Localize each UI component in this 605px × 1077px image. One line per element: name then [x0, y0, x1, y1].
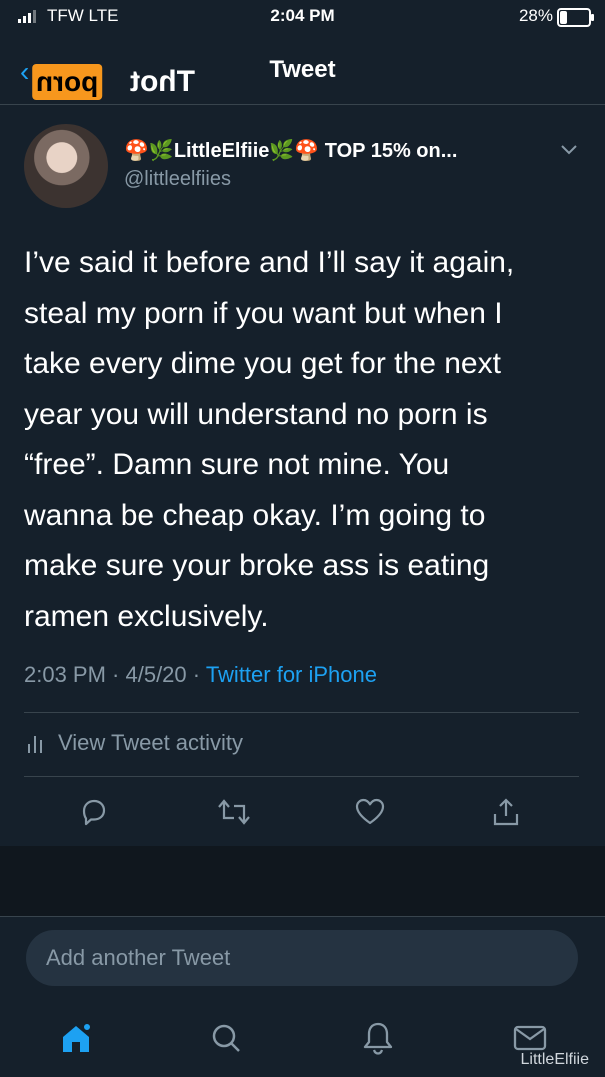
battery-fill	[560, 11, 567, 24]
author-name-row[interactable]: 🍄🌿LittleElfiie🌿🍄 TOP 15% on...	[124, 138, 457, 163]
tweet-text: I’ve said it before and I’ll say it agai…	[24, 246, 515, 633]
notifications-icon[interactable]	[358, 1018, 398, 1058]
battery-percent: 28%	[518, 6, 553, 25]
author-handle[interactable]: @littleelfiies	[124, 168, 231, 191]
reply-icon[interactable]	[74, 790, 114, 834]
search-icon[interactable]	[206, 1018, 246, 1058]
herb-icon: 🌿	[269, 140, 295, 162]
battery-icon	[557, 8, 594, 27]
tweet-timestamp: 2:03 PM · 4/5/20 ·	[24, 662, 206, 687]
mushroom-icon: 🍄	[124, 140, 149, 162]
divider	[24, 776, 579, 777]
page-title: Tweet	[269, 56, 336, 83]
view-tweet-activity[interactable]: View Tweet activity	[26, 730, 243, 756]
author-name-suffix: TOP 15% on...	[324, 140, 458, 162]
status-time: 2:04 PM	[270, 6, 335, 25]
tweet-source-link[interactable]: Twitter for iPhone	[206, 662, 377, 687]
bottom-tab-bar: LittleElfiie	[0, 1000, 605, 1077]
tweet-actions	[0, 790, 605, 840]
mushroom-icon: 🍄	[294, 140, 320, 162]
status-bar: TFW LTE 2:04 PM 28%	[0, 0, 605, 34]
credit-watermark: LittleElfiie	[520, 1051, 589, 1068]
chevron-down-icon[interactable]	[560, 140, 578, 161]
activity-chart-icon	[28, 736, 42, 753]
home-icon[interactable]	[56, 1018, 96, 1058]
herb-icon: 🌿	[148, 140, 174, 162]
add-another-tweet-input[interactable]: Add another Tweet	[26, 930, 578, 986]
view-tweet-activity-label: View Tweet activity	[58, 730, 244, 755]
top-navigation-bar: ‹ porn Thot Tweet	[0, 34, 605, 105]
retweet-icon[interactable]	[214, 790, 254, 834]
like-icon[interactable]	[350, 790, 390, 834]
spacer-block	[0, 846, 605, 916]
tweet-meta: 2:03 PM · 4/5/20 · Twitter for iPhone	[24, 662, 377, 688]
divider	[0, 916, 605, 917]
share-icon[interactable]	[486, 790, 526, 834]
divider	[24, 712, 579, 713]
author-display-name: LittleElfiie	[173, 140, 270, 162]
compose-placeholder: Add another Tweet	[46, 945, 231, 970]
avatar[interactable]	[24, 124, 108, 208]
